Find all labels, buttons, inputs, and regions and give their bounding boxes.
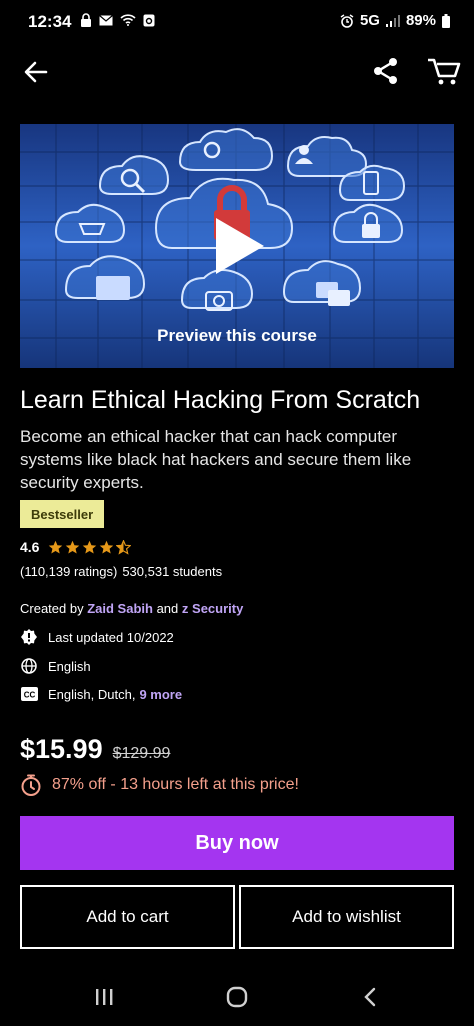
home-icon (226, 986, 248, 1008)
created-and: and (156, 601, 179, 616)
add-to-cart-button[interactable]: Add to cart (20, 885, 235, 949)
svg-text:CC: CC (23, 691, 35, 700)
add-to-wishlist-button[interactable]: Add to wishlist (239, 885, 454, 949)
alarm-icon (340, 13, 354, 28)
star-icon (100, 540, 114, 553)
price-row: $15.99 $129.99 (20, 734, 170, 765)
language-text: English (48, 658, 91, 674)
rating-value: 4.6 (20, 539, 40, 555)
arrow-left-icon (24, 61, 48, 83)
last-updated-text: Last updated 10/2022 (48, 629, 174, 645)
status-notification-icons (80, 13, 155, 27)
battery-level: 89% (405, 12, 436, 29)
author-link-zaid-sabih[interactable]: Zaid Sabih (87, 601, 153, 616)
half-star-icon (116, 539, 132, 555)
status-bar: 12:34 5G 89% (0, 0, 474, 44)
created-by: Created by Zaid Sabih and z Security (20, 601, 243, 616)
system-nav-bar (0, 972, 474, 1026)
captions-more-link[interactable]: 9 more (139, 687, 182, 702)
created-prefix: Created by (20, 601, 84, 616)
rating-stars (48, 539, 132, 555)
back-button[interactable] (20, 56, 52, 88)
mail-icon (99, 14, 113, 25)
home-button[interactable] (219, 982, 255, 1012)
ratings-count: (110,139 ratings) (20, 564, 118, 579)
chevron-left-icon (364, 987, 376, 1007)
status-right: 5G 89% (340, 12, 450, 29)
network-type: 5G (359, 12, 380, 29)
recents-button[interactable] (86, 982, 122, 1012)
cart-icon (428, 58, 461, 85)
share-button[interactable] (370, 54, 402, 88)
system-back-button[interactable] (352, 982, 388, 1012)
captions-text: English, Dutch, (48, 686, 136, 702)
language-row: English (20, 657, 91, 675)
last-updated-row: Last updated 10/2022 (20, 628, 174, 646)
course-preview[interactable]: Preview this course (20, 124, 454, 368)
captions-row: CC English, Dutch, 9 more (20, 685, 182, 703)
course-title: Learn Ethical Hacking From Scratch (20, 386, 421, 414)
status-time: 12:34 (28, 12, 72, 31)
top-nav (0, 50, 474, 94)
original-price: $129.99 (112, 745, 171, 762)
wifi-icon (120, 14, 136, 26)
rating-counts: (110,139 ratings) 530,531 students (20, 564, 222, 579)
recents-icon (96, 989, 113, 1005)
signal-icon (385, 14, 400, 27)
discount-text: 87% off - 13 hours left at this price! (52, 776, 299, 793)
stopwatch-icon (20, 774, 42, 796)
globe-icon (20, 657, 38, 675)
discount-row: 87% off - 13 hours left at this price! (20, 774, 299, 796)
buy-now-button[interactable]: Buy now (20, 816, 454, 870)
battery-icon (442, 13, 450, 28)
alert-badge-icon (20, 628, 38, 646)
rating-row: 4.6 (20, 539, 132, 555)
preview-label: Preview this course (157, 326, 317, 345)
current-price: $15.99 (20, 734, 103, 764)
lock-icon (81, 13, 91, 27)
course-subtitle: Become an ethical hacker that can hack c… (20, 427, 412, 492)
star-icon (66, 540, 80, 553)
cart-button[interactable] (426, 54, 462, 88)
star-icon (49, 540, 63, 553)
author-link-z-security[interactable]: z Security (182, 601, 243, 616)
students-count: 530,531 students (122, 564, 223, 579)
star-icon (83, 540, 97, 553)
app-notification-icon (143, 14, 155, 26)
bestseller-badge: Bestseller (20, 500, 105, 528)
share-icon (374, 58, 397, 84)
closed-captions-icon: CC (20, 685, 38, 703)
